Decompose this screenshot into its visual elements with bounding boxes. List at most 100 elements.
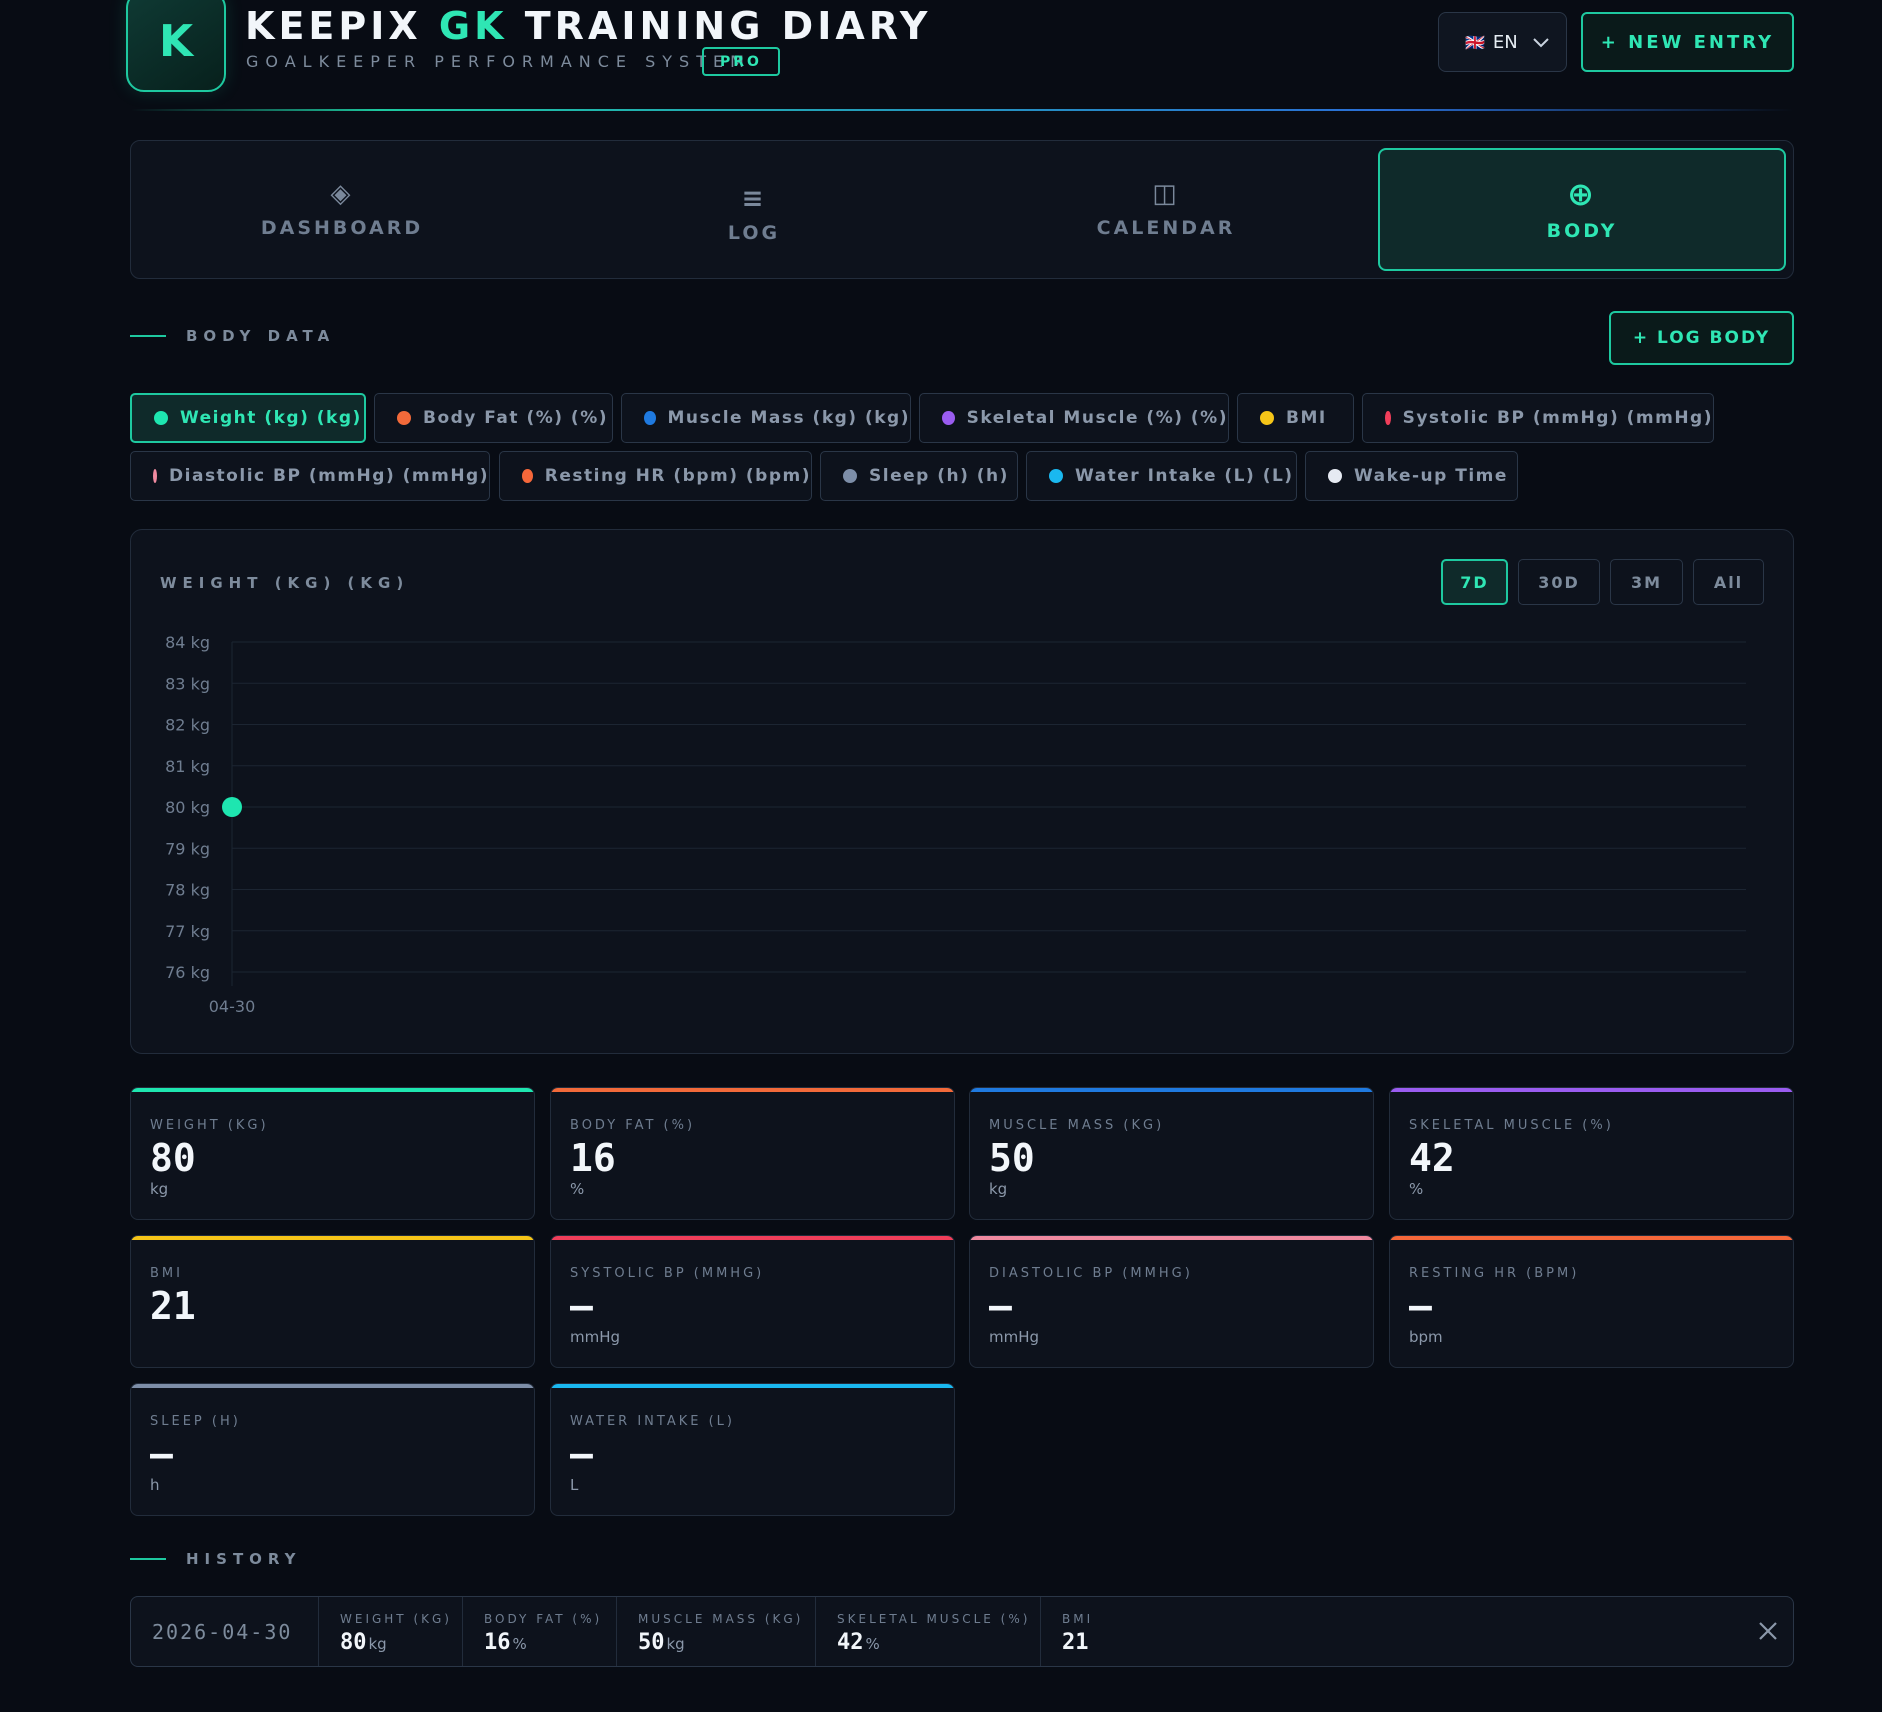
chip-body-fat[interactable]: Body Fat (%) (%) bbox=[374, 393, 613, 443]
tab-dashboard[interactable]: ◈ DASHBOARD bbox=[138, 148, 546, 271]
stat-value: 16 bbox=[570, 1136, 616, 1180]
data-point bbox=[222, 797, 242, 817]
stat-label: SKELETAL MUSCLE (%) bbox=[1409, 1118, 1614, 1133]
chip-sleep[interactable]: Sleep (h) (h) bbox=[820, 451, 1018, 501]
chip-label: Muscle Mass (kg) (kg) bbox=[667, 408, 910, 428]
header-divider bbox=[131, 109, 1794, 111]
stat-card: BODY FAT (%) 16% bbox=[550, 1087, 955, 1220]
stat-accent-bar bbox=[551, 1236, 954, 1240]
chip-label: Body Fat (%) (%) bbox=[423, 408, 609, 428]
tab-body[interactable]: ⊕ BODY bbox=[1378, 148, 1786, 271]
stat-card: BMI 21 bbox=[130, 1235, 535, 1368]
history-field-weight: WEIGHT (KG) 80 kg bbox=[340, 1612, 452, 1655]
stat-card: WEIGHT (KG) 80 kg bbox=[130, 1087, 535, 1220]
delete-entry-close-icon[interactable] bbox=[1754, 1617, 1782, 1645]
range-3m-button[interactable]: 3M bbox=[1610, 559, 1683, 605]
range-7d-button[interactable]: 7D bbox=[1441, 559, 1508, 605]
tab-log[interactable]: ≡ LOG bbox=[550, 148, 958, 271]
metric-color-dot bbox=[843, 469, 857, 483]
y-tick-label: 79 kg bbox=[165, 839, 210, 858]
stat-accent-bar bbox=[551, 1088, 954, 1092]
stat-card: SLEEP (H) — h bbox=[130, 1383, 535, 1516]
stat-label: BMI bbox=[150, 1266, 183, 1281]
app-title: KEEPIX GK TRAINING DIARY bbox=[245, 4, 931, 48]
flag-icon: 🇬🇧 bbox=[1465, 32, 1485, 52]
section-accent-line bbox=[130, 1558, 166, 1560]
section-title: HISTORY bbox=[186, 1550, 302, 1568]
chip-resting-hr[interactable]: Resting HR (bpm) (bpm) bbox=[499, 451, 812, 501]
history-field-label: BODY FAT (%) bbox=[484, 1612, 603, 1626]
stat-value: 80 bbox=[150, 1136, 196, 1180]
title-part2: TRAINING DIARY bbox=[524, 4, 932, 48]
chip-systolic-bp[interactable]: Systolic BP (mmHg) (mmHg) bbox=[1362, 393, 1714, 443]
stat-unit: % bbox=[570, 1180, 585, 1198]
stat-label: RESTING HR (BPM) bbox=[1409, 1266, 1580, 1281]
chip-label: Systolic BP (mmHg) (mmHg) bbox=[1402, 408, 1713, 428]
stat-accent-bar bbox=[970, 1088, 1373, 1092]
logo-letter: K bbox=[158, 15, 194, 67]
chip-label: Resting HR (bpm) (bpm) bbox=[544, 466, 811, 486]
stat-card: MUSCLE MASS (KG) 50 kg bbox=[969, 1087, 1374, 1220]
y-tick-label: 81 kg bbox=[165, 757, 210, 776]
metric-color-dot bbox=[942, 411, 955, 425]
history-field-body-fat: BODY FAT (%) 16% bbox=[484, 1612, 602, 1655]
tab-calendar[interactable]: ◫ CALENDAR bbox=[962, 148, 1370, 271]
stat-label: MUSCLE MASS (KG) bbox=[989, 1118, 1165, 1133]
diamond-icon: ◈ bbox=[330, 178, 354, 209]
metric-color-dot bbox=[644, 411, 656, 425]
history-field-label: WEIGHT (KG) bbox=[340, 1612, 452, 1626]
history-field-value: 80 kg bbox=[340, 1630, 387, 1655]
chip-muscle-mass[interactable]: Muscle Mass (kg) (kg) bbox=[621, 393, 911, 443]
body-data-section-label: BODY DATA bbox=[130, 327, 335, 345]
stat-accent-bar bbox=[1390, 1236, 1793, 1240]
stat-label: BODY FAT (%) bbox=[570, 1118, 696, 1133]
stat-value: 21 bbox=[150, 1284, 196, 1328]
chip-label: Wake-up Time bbox=[1354, 466, 1508, 486]
chip-skeletal-muscle[interactable]: Skeletal Muscle (%) (%) bbox=[919, 393, 1229, 443]
stat-value: — bbox=[1409, 1284, 1432, 1328]
y-tick-label: 77 kg bbox=[165, 922, 210, 941]
chip-label: Water Intake (L) (L) bbox=[1075, 466, 1294, 486]
stat-label: SYSTOLIC BP (MMHG) bbox=[570, 1266, 765, 1281]
metric-color-dot bbox=[154, 411, 168, 425]
log-body-button[interactable]: + LOG BODY bbox=[1609, 311, 1794, 365]
metric-color-dot bbox=[1260, 411, 1274, 425]
stat-accent-bar bbox=[1390, 1088, 1793, 1092]
range-all-button[interactable]: All bbox=[1693, 559, 1764, 605]
stat-accent-bar bbox=[551, 1384, 954, 1388]
list-icon: ≡ bbox=[741, 183, 767, 214]
history-field-skeletal-muscle: SKELETAL MUSCLE (%) 42% bbox=[837, 1612, 1030, 1655]
chip-diastolic-bp[interactable]: Diastolic BP (mmHg) (mmHg) bbox=[130, 451, 490, 501]
history-field-value: 21 bbox=[1062, 1630, 1089, 1655]
stat-unit: h bbox=[150, 1476, 160, 1494]
language-select[interactable]: 🇬🇧 EN bbox=[1438, 12, 1567, 72]
stat-unit: L bbox=[570, 1476, 579, 1494]
stat-unit: % bbox=[1409, 1180, 1424, 1198]
range-30d-button[interactable]: 30D bbox=[1518, 559, 1600, 605]
history-field-label: BMI bbox=[1062, 1612, 1094, 1626]
chevron-down-icon bbox=[1533, 38, 1549, 48]
metric-color-dot bbox=[397, 411, 411, 425]
y-tick-label: 76 kg bbox=[165, 963, 210, 982]
stat-card: RESTING HR (BPM) — bpm bbox=[1389, 1235, 1794, 1368]
stat-accent-bar bbox=[131, 1088, 534, 1092]
section-accent-line bbox=[130, 335, 166, 337]
new-entry-button[interactable]: + NEW ENTRY bbox=[1581, 12, 1794, 72]
stat-label: WATER INTAKE (L) bbox=[570, 1414, 735, 1429]
y-tick-label: 84 kg bbox=[165, 633, 210, 652]
chip-wake-up-time[interactable]: Wake-up Time bbox=[1305, 451, 1518, 501]
title-accent: GK bbox=[438, 4, 508, 48]
stat-value: 50 bbox=[989, 1136, 1035, 1180]
y-tick-label: 78 kg bbox=[165, 881, 210, 900]
chip-bmi[interactable]: BMI bbox=[1237, 393, 1354, 443]
chip-weight[interactable]: Weight (kg) (kg) bbox=[130, 393, 366, 443]
stat-unit: mmHg bbox=[570, 1328, 621, 1346]
history-field-label: MUSCLE MASS (KG) bbox=[638, 1612, 804, 1626]
tab-label: CALENDAR bbox=[1096, 216, 1236, 239]
y-tick-label: 80 kg bbox=[165, 798, 210, 817]
chip-label: Diastolic BP (mmHg) (mmHg) bbox=[169, 466, 489, 486]
language-code: EN bbox=[1492, 31, 1518, 53]
chip-water-intake[interactable]: Water Intake (L) (L) bbox=[1026, 451, 1297, 501]
plus-circle-icon: ⊕ bbox=[1567, 174, 1597, 213]
weight-chart: 84 kg 83 kg 82 kg 81 kg 80 kg 79 kg 78 kg 77 kg… bbox=[165, 633, 1746, 1016]
